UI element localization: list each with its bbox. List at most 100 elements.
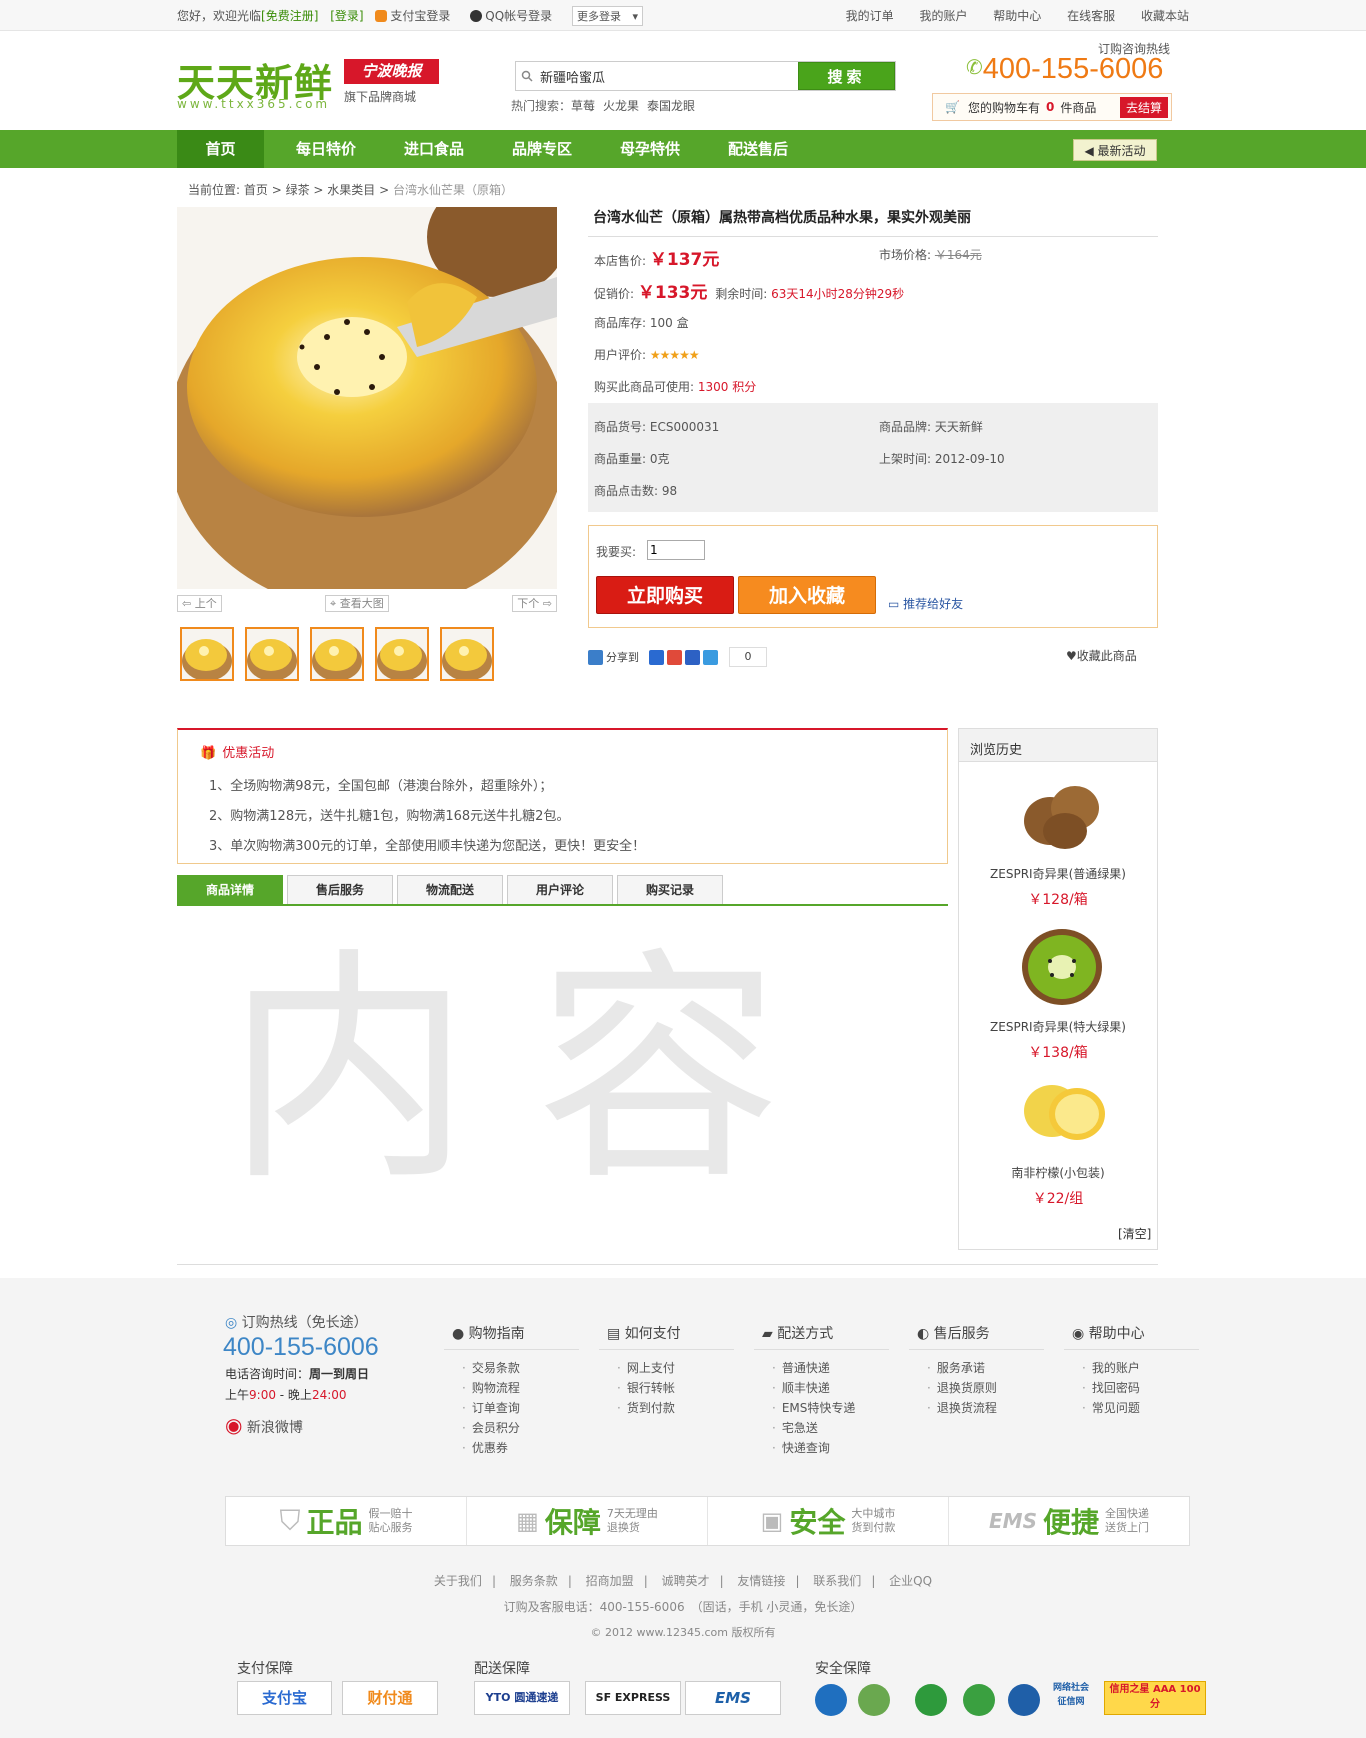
footer-link[interactable]: 银行转帐 <box>617 1378 734 1398</box>
footer-link[interactable]: 普通快递 <box>772 1358 889 1378</box>
footer-link[interactable]: 购物流程 <box>462 1378 579 1398</box>
title-divider <box>588 236 1158 237</box>
alipay-login-link[interactable]: 支付宝登录 <box>375 9 458 23</box>
heart-icon: ♥ <box>1066 649 1077 663</box>
phone-icon: ✆ <box>966 57 983 79</box>
gallery-next-button[interactable]: 下个 ⇨ <box>512 595 557 612</box>
footer-link[interactable]: 退换货流程 <box>927 1398 1044 1418</box>
thumbnail[interactable] <box>310 627 364 681</box>
hot-item[interactable]: 草莓 <box>571 99 595 113</box>
nav-item-delivery[interactable]: 配送售后 <box>704 130 812 168</box>
credit-network-label[interactable]: 网络社会 征信网 <box>1047 1681 1095 1715</box>
tab-reviews[interactable]: 用户评论 <box>507 875 613 904</box>
online-service-link[interactable]: 在线客服 <box>1067 9 1115 23</box>
history-item-name[interactable]: ZESPRI奇异果(特大绿果) <box>958 1018 1158 1035</box>
security-badge-icon[interactable] <box>963 1684 995 1716</box>
share-plus-icon[interactable] <box>588 649 603 665</box>
latest-activity-button[interactable]: ◀ 最新活动 <box>1073 139 1157 161</box>
my-account-link[interactable]: 我的账户 <box>919 9 967 23</box>
breadcrumb-green-tea[interactable]: 绿茶 <box>286 183 310 197</box>
footer-link[interactable]: 联系我们 <box>813 1574 861 1588</box>
login-link[interactable]: [登录] <box>330 9 363 23</box>
help-center-link[interactable]: 帮助中心 <box>993 9 1041 23</box>
security-badge-icon[interactable] <box>858 1684 890 1716</box>
history-item-image[interactable] <box>1020 776 1102 853</box>
buy-now-button[interactable]: 立即购买 <box>596 576 734 614</box>
footer-link[interactable]: 常见问题 <box>1082 1398 1199 1418</box>
weibo-link[interactable]: ◉ 新浪微博 <box>225 1413 303 1437</box>
breadcrumb-home[interactable]: 首页 <box>244 183 268 197</box>
footer-link[interactable]: 订单查询 <box>462 1398 579 1418</box>
credit-star-badge[interactable]: 信用之星 AAA 100分 <box>1104 1681 1206 1715</box>
history-item-name[interactable]: ZESPRI奇异果(普通绿果) <box>958 865 1158 882</box>
nav-item-brands[interactable]: 品牌专区 <box>488 130 596 168</box>
footer-link[interactable]: 招商加盟 <box>586 1574 634 1588</box>
footer-link[interactable]: 找回密码 <box>1082 1378 1199 1398</box>
breadcrumb-fruit[interactable]: 水果类目 <box>327 183 375 197</box>
nav-item-daily-deals[interactable]: 每日特价 <box>272 130 380 168</box>
history-item-name[interactable]: 南非柠檬(小包装) <box>958 1164 1158 1181</box>
more-login-dropdown[interactable]: 更多登录 ▾ <box>572 5 644 26</box>
pengyou-icon[interactable] <box>703 649 718 665</box>
security-badge-icon[interactable] <box>1008 1684 1040 1716</box>
hot-item[interactable]: 火龙果 <box>603 99 639 113</box>
alipay-logo[interactable]: 支付宝 <box>237 1681 332 1715</box>
checkout-button[interactable]: 去结算 <box>1119 97 1168 118</box>
footer-link[interactable]: 快递查询 <box>772 1438 889 1458</box>
baidu-icon[interactable] <box>685 649 700 665</box>
add-favorite-button[interactable]: 加入收藏 <box>738 576 876 614</box>
footer-link[interactable]: 交易条款 <box>462 1358 579 1378</box>
sf-express-logo[interactable]: SF EXPRESS <box>585 1681 681 1715</box>
footer-link[interactable]: EMS特快专递 <box>772 1398 889 1418</box>
tab-after-sales[interactable]: 售后服务 <box>287 875 393 904</box>
cart-summary[interactable]: 🛒 您的购物车有 0 件商品 去结算 <box>932 93 1172 121</box>
ems-logo[interactable]: EMS <box>685 1681 781 1715</box>
footer-link[interactable]: 服务承诺 <box>927 1358 1044 1378</box>
footer-link[interactable]: 我的账户 <box>1082 1358 1199 1378</box>
tab-logistics[interactable]: 物流配送 <box>397 875 503 904</box>
favorite-product-link[interactable]: ♥收藏此商品 <box>1066 647 1137 664</box>
footer-link[interactable]: 会员积分 <box>462 1418 579 1438</box>
tab-purchase-records[interactable]: 购买记录 <box>617 875 723 904</box>
my-orders-link[interactable]: 我的订单 <box>846 9 894 23</box>
qq-login-link[interactable]: QQ帐号登录 <box>470 9 560 23</box>
footer-link[interactable]: 顺丰快递 <box>772 1378 889 1398</box>
qzone-icon[interactable] <box>649 649 664 665</box>
weibo-icon[interactable] <box>667 649 682 665</box>
nav-item-maternity[interactable]: 母孕特供 <box>596 130 704 168</box>
security-badge-icon[interactable] <box>915 1684 947 1716</box>
footer-link[interactable]: 企业QQ <box>889 1574 932 1588</box>
footer-link[interactable]: 网上支付 <box>617 1358 734 1378</box>
thumbnail[interactable] <box>440 627 494 681</box>
tab-details[interactable]: 商品详情 <box>177 875 283 904</box>
footer-link[interactable]: 服务条款 <box>510 1574 558 1588</box>
bookmark-link[interactable]: 收藏本站 <box>1141 9 1189 23</box>
thumbnail[interactable] <box>245 627 299 681</box>
history-item-image[interactable] <box>1022 927 1102 1010</box>
tenpay-logo[interactable]: 财付通 <box>342 1681 438 1715</box>
product-main-image[interactable] <box>177 207 557 589</box>
nav-item-imported[interactable]: 进口食品 <box>380 130 488 168</box>
nav-item-home[interactable]: 首页 <box>177 130 264 168</box>
footer-link[interactable]: 诚聘英才 <box>662 1574 710 1588</box>
quantity-input[interactable] <box>647 540 705 560</box>
footer-link[interactable]: 宅急送 <box>772 1418 889 1438</box>
gallery-prev-button[interactable]: ⇦ 上个 <box>177 595 222 612</box>
view-large-button[interactable]: ⌖ 查看大图 <box>325 595 389 612</box>
footer-link[interactable]: 退换货原则 <box>927 1378 1044 1398</box>
search-input[interactable] <box>538 62 798 90</box>
recommend-link[interactable]: ▭ 推荐给好友 <box>888 595 963 612</box>
register-link[interactable]: [免费注册] <box>261 9 318 23</box>
thumbnail[interactable] <box>180 627 234 681</box>
footer-link[interactable]: 货到付款 <box>617 1398 734 1418</box>
search-button[interactable]: 搜索 <box>798 62 895 90</box>
footer-link[interactable]: 优惠券 <box>462 1438 579 1458</box>
hot-item[interactable]: 泰国龙眼 <box>647 99 695 113</box>
clear-history-link[interactable]: [清空] <box>1118 1225 1151 1242</box>
footer-link[interactable]: 关于我们 <box>434 1574 482 1588</box>
footer-link[interactable]: 友情链接 <box>737 1574 785 1588</box>
thumbnail[interactable] <box>375 627 429 681</box>
security-badge-icon[interactable] <box>815 1684 847 1716</box>
yto-logo[interactable]: YTO 圆通速递 <box>474 1681 570 1715</box>
history-item-image[interactable] <box>1022 1076 1106 1149</box>
